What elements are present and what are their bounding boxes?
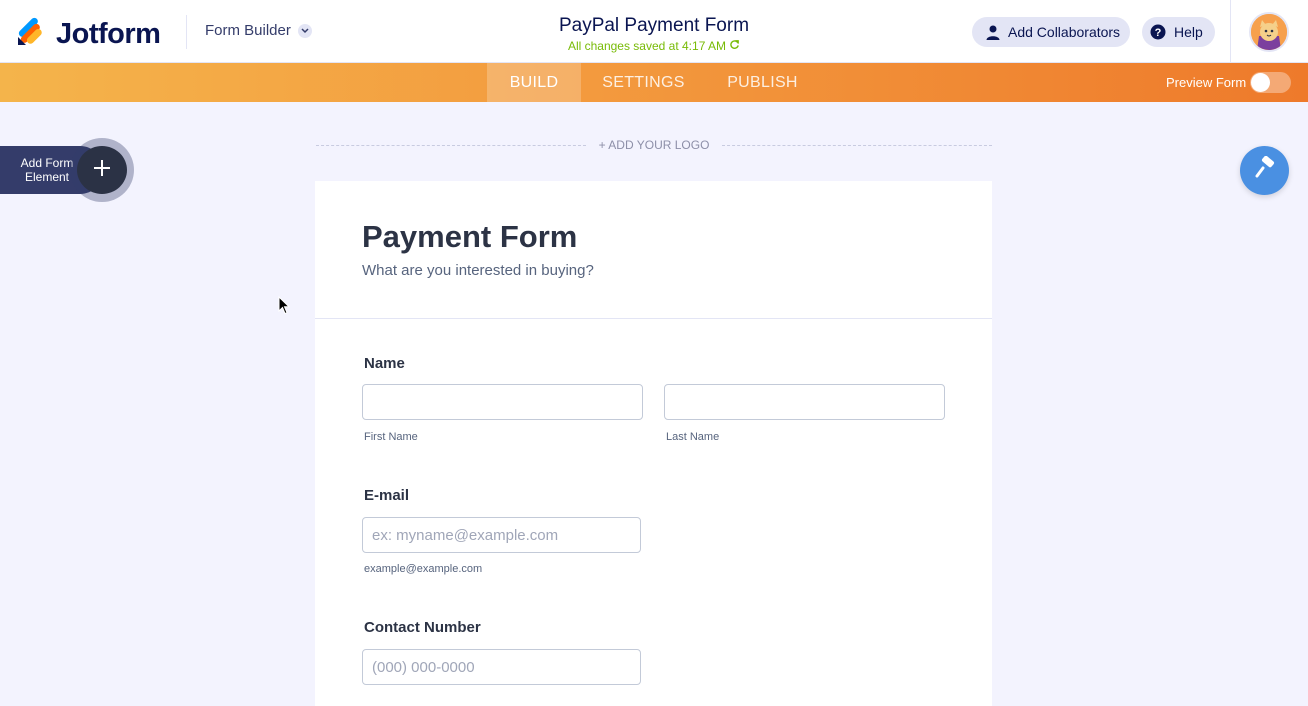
last-name-sublabel: Last Name (666, 431, 720, 443)
last-name-input[interactable] (664, 384, 945, 420)
contact-number-label: Contact Number (364, 619, 481, 636)
tab-build[interactable]: BUILD (487, 63, 581, 102)
save-status-text: All changes saved at 4:17 AM (567, 39, 727, 53)
form-header[interactable]: Payment Form What are you interested in … (315, 181, 992, 319)
add-logo-link[interactable]: + ADD YOUR LOGO (590, 138, 718, 152)
save-status: All changes saved at 4:17 AM (568, 39, 740, 53)
help-label: Help (1174, 24, 1203, 40)
logo-divider-right (722, 145, 992, 146)
email-label: E-mail (364, 487, 410, 504)
preview-form-label: Preview Form (1166, 75, 1247, 90)
help-icon: ? (1150, 24, 1166, 40)
tab-publish[interactable]: PUBLISH (716, 63, 809, 102)
form-title[interactable]: PayPal Payment Form (454, 15, 854, 37)
plus-icon (93, 159, 111, 182)
form-heading: Payment Form (362, 219, 578, 254)
svg-text:?: ? (1155, 27, 1162, 39)
builder-tabs-bar: BUILD SETTINGS PUBLISH Preview Form (0, 63, 1308, 102)
brand-logo[interactable]: Jotform (16, 17, 161, 52)
builder-switch-label: Form Builder (205, 22, 291, 39)
top-header: Jotform Form Builder PayPal Payment Form… (0, 0, 1308, 63)
jotform-logo-icon (16, 17, 46, 52)
first-name-input[interactable] (362, 384, 643, 420)
preview-form-toggle[interactable] (1250, 72, 1291, 93)
paint-roller-icon (1253, 155, 1277, 185)
form-subheading: What are you interested in buying? (362, 262, 594, 279)
first-name-sublabel: First Name (364, 431, 418, 443)
mouse-cursor-icon (278, 295, 291, 320)
brand-name: Jotform (56, 18, 161, 50)
add-element-plus-button[interactable] (77, 146, 127, 194)
help-button[interactable]: ? Help (1142, 17, 1215, 47)
add-collaborators-button[interactable]: Add Collaborators (972, 17, 1131, 47)
toggle-knob (1251, 73, 1270, 92)
name-label: Name (364, 355, 405, 372)
form-title-block: PayPal Payment Form All changes saved at… (454, 15, 854, 55)
chevron-down-icon (297, 23, 312, 38)
form-builder-switch[interactable]: Form Builder (205, 22, 312, 39)
contact-number-field[interactable] (362, 649, 641, 685)
logo-divider-left (316, 145, 586, 146)
add-collaborators-label: Add Collaborators (1008, 24, 1121, 40)
header-divider-right (1230, 0, 1231, 63)
user-icon (986, 25, 1000, 40)
tab-settings[interactable]: SETTINGS (592, 63, 695, 102)
form-card: Payment Form What are you interested in … (315, 181, 992, 706)
email-sublabel: example@example.com (364, 563, 483, 575)
email-field[interactable] (362, 517, 641, 553)
header-divider (186, 15, 187, 49)
avatar[interactable] (1249, 12, 1289, 52)
form-designer-button[interactable] (1240, 146, 1289, 195)
refresh-icon[interactable] (729, 39, 740, 53)
